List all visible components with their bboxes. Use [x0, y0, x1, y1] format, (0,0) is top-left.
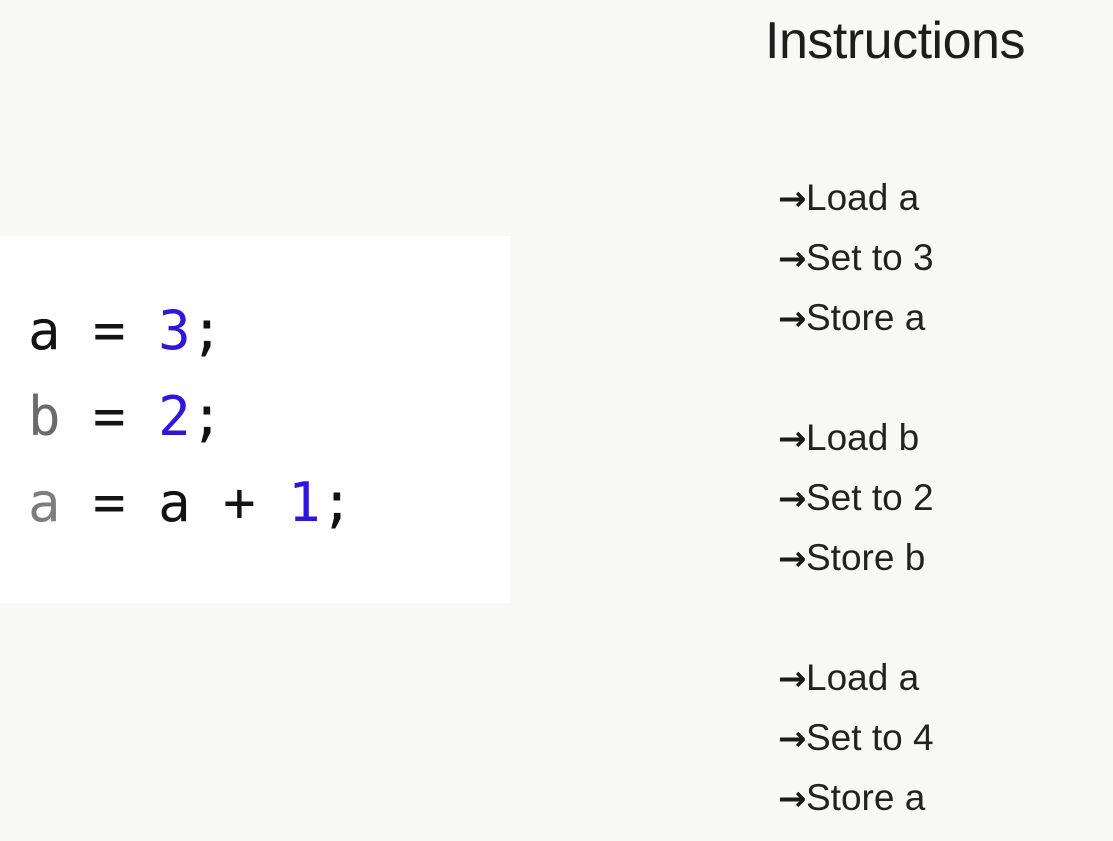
instruction-row[interactable]: → Load a — [700, 168, 1113, 228]
instruction-row[interactable]: → Set to 4 — [700, 708, 1113, 768]
code-token-identifier-dim: a — [28, 471, 61, 534]
instruction-row[interactable]: → Store a — [700, 288, 1113, 348]
instruction-label: Set to 4 — [806, 717, 934, 758]
code-token-identifier: a — [158, 471, 191, 534]
right-arrow-icon: → — [778, 299, 807, 339]
code-token-number: 1 — [288, 471, 321, 534]
instruction-label: Load b — [806, 417, 920, 458]
code-line: a = a + 1; — [28, 460, 510, 546]
instruction-group: → Load a → Set to 4 → Store a — [700, 648, 1113, 828]
code-token-operator: + — [223, 471, 256, 534]
right-arrow-icon: → — [778, 179, 807, 219]
code-token-operator: = — [93, 299, 126, 362]
code-line: a = 3; — [28, 288, 510, 374]
code-token-punctuation: ; — [320, 471, 354, 534]
code-token-number: 2 — [158, 385, 191, 448]
instruction-row[interactable]: → Set to 2 — [700, 468, 1113, 528]
page-title: Instructions — [765, 12, 1025, 70]
instruction-group: → Load a → Set to 3 → Store a — [700, 168, 1113, 348]
right-arrow-icon: → — [778, 419, 807, 459]
instruction-label: Load a — [806, 657, 920, 698]
instruction-row[interactable]: → Set to 3 — [700, 228, 1113, 288]
page-root: a = 3; b = 2; a = a + 1; Instructions → Loa… — [0, 0, 1113, 841]
code-token-operator: = — [93, 471, 126, 534]
instruction-label: Set to 2 — [806, 477, 934, 518]
code-token-identifier-dim: b — [28, 385, 61, 448]
instruction-row[interactable]: → Load b — [700, 408, 1113, 468]
right-arrow-icon: → — [778, 659, 807, 699]
code-body: a = 3; b = 2; a = a + 1; — [28, 288, 510, 546]
code-card: a = 3; b = 2; a = a + 1; — [0, 236, 510, 603]
instruction-label: Store a — [806, 297, 926, 338]
instruction-row[interactable]: → Store a — [700, 768, 1113, 828]
code-token-punctuation: ; — [190, 385, 224, 448]
code-token-identifier: a — [28, 299, 61, 362]
right-arrow-icon: → — [778, 539, 807, 579]
right-arrow-icon: → — [778, 479, 807, 519]
code-token-punctuation: ; — [190, 299, 224, 362]
instructions-panel: Instructions → Load a → Set to 3 → Store a → Lo… — [700, 0, 1113, 841]
right-arrow-icon: → — [778, 719, 807, 759]
instruction-group: → Load b → Set to 2 → Store b — [700, 408, 1113, 588]
instruction-label: Set to 3 — [806, 237, 934, 278]
instruction-label: Store a — [806, 777, 926, 818]
code-token-operator: = — [93, 385, 126, 448]
code-line: b = 2; — [28, 374, 510, 460]
instruction-label: Store b — [806, 537, 926, 578]
instruction-groups: → Load a → Set to 3 → Store a → Load b → Set to 2… — [700, 168, 1113, 828]
right-arrow-icon: → — [778, 779, 807, 819]
instruction-label: Load a — [806, 177, 920, 218]
code-token-number: 3 — [158, 299, 191, 362]
instruction-row[interactable]: → Store b — [700, 528, 1113, 588]
right-arrow-icon: → — [778, 239, 807, 279]
instruction-row[interactable]: → Load a — [700, 648, 1113, 708]
